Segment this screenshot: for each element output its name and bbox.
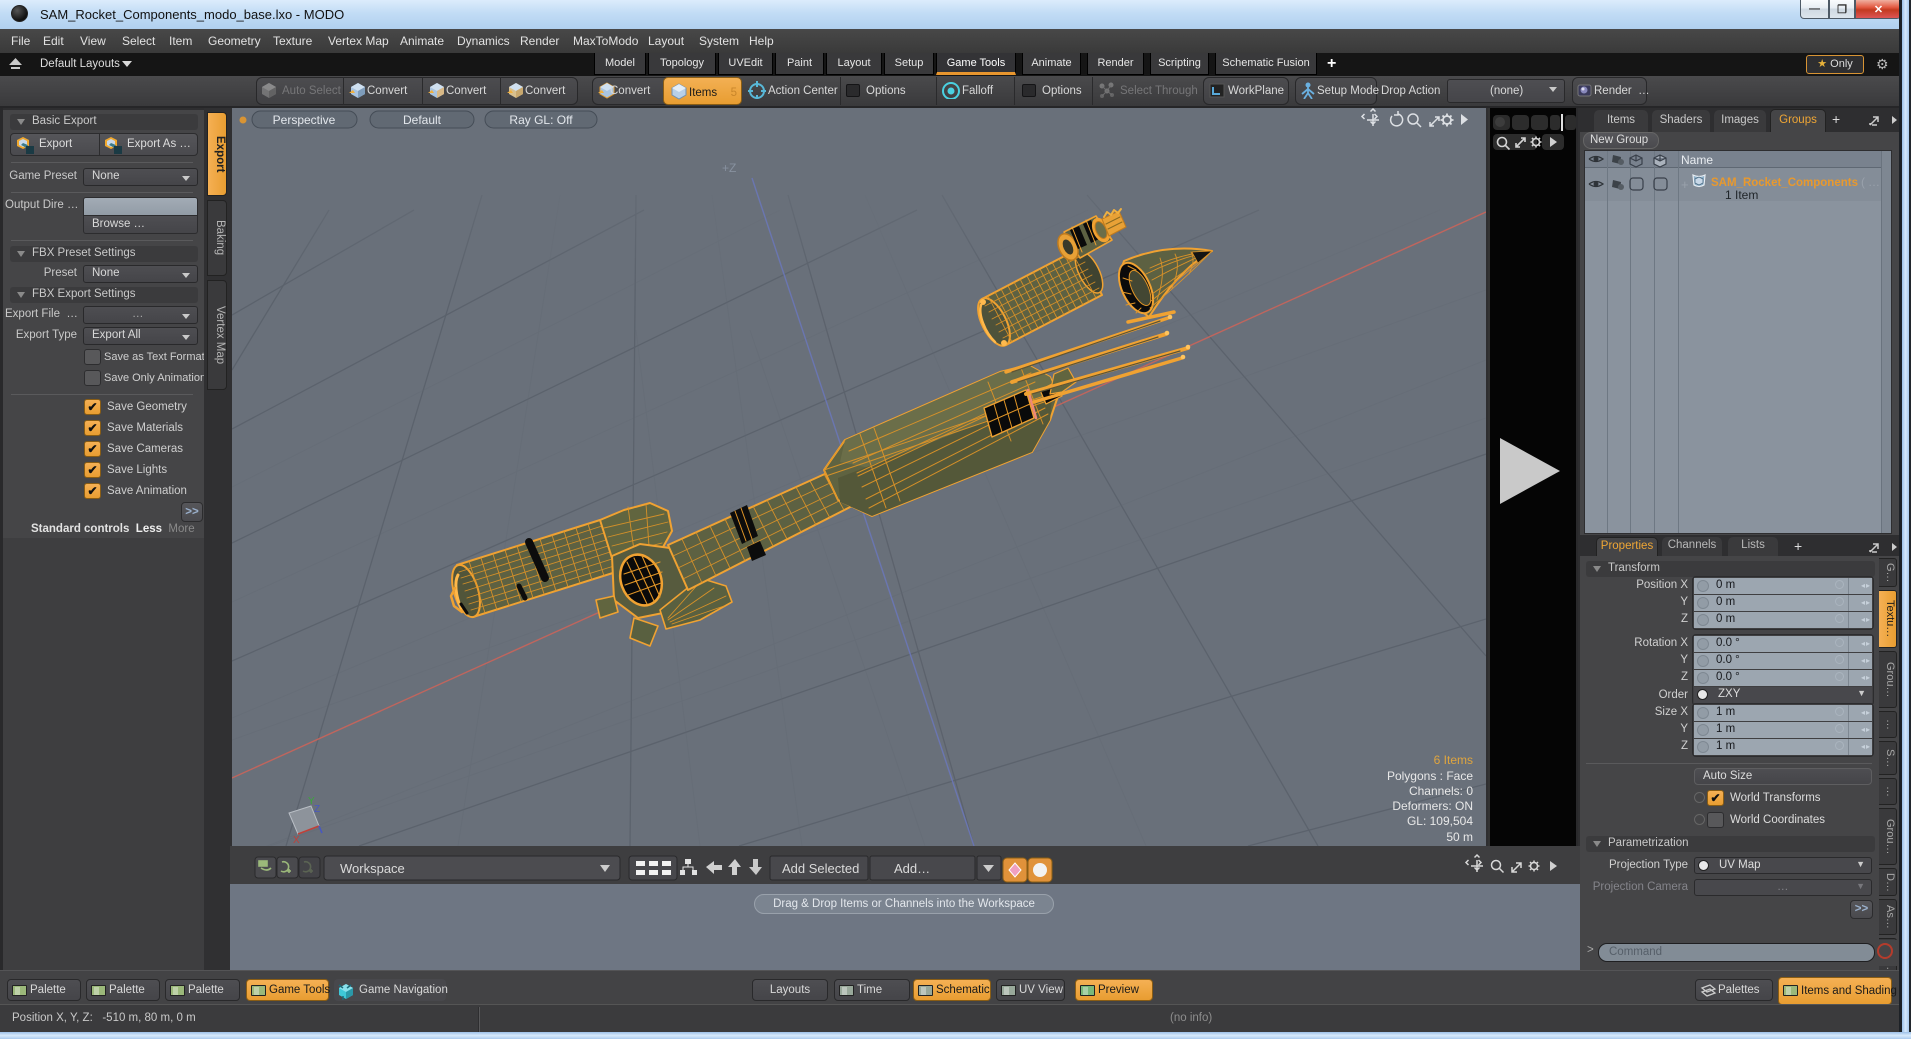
svg-text:Deformers: ON: Deformers: ON (1392, 799, 1473, 813)
svg-text:+Z: +Z (722, 161, 736, 175)
svg-text:GL: 109,504: GL: 109,504 (1407, 814, 1473, 828)
svg-text:Polygons : Face: Polygons : Face (1387, 769, 1473, 783)
svg-text:Perspective: Perspective (273, 113, 336, 127)
svg-text:(: ( (1861, 175, 1865, 189)
svg-text:Default: Default (403, 113, 442, 127)
svg-text:…: … (1868, 175, 1880, 189)
svg-text:Channels: 0: Channels: 0 (1409, 784, 1473, 798)
svg-text:Add Selected: Add Selected (782, 861, 859, 876)
svg-text:50 m: 50 m (1446, 830, 1473, 844)
svg-text:Name: Name (1681, 153, 1713, 167)
svg-text:Workspace: Workspace (340, 861, 405, 876)
svg-text:Z: Z (314, 804, 320, 815)
svg-text:Add…: Add… (894, 861, 930, 876)
svg-text:1 Item: 1 Item (1725, 188, 1758, 201)
svg-text:+: + (1681, 177, 1689, 192)
svg-text:6 Items: 6 Items (1434, 753, 1473, 767)
svg-text:Ray GL: Off: Ray GL: Off (509, 113, 573, 127)
svg-text:X: X (293, 835, 300, 846)
